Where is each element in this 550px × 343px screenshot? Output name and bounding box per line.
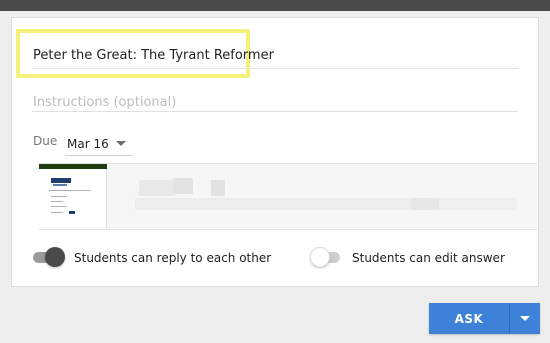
attachment-preview[interactable] <box>39 163 537 230</box>
blurred-title-block <box>139 180 175 196</box>
thumbnail-line <box>51 206 67 207</box>
thumbnail-logo-sub <box>53 184 67 186</box>
caret-down-icon <box>520 316 530 321</box>
thumbnail-line <box>49 190 91 191</box>
due-date-value: Mar 16 <box>67 136 109 151</box>
chevron-down-icon <box>116 141 126 146</box>
thumbnail-button <box>69 211 75 214</box>
ask-button-group: ASK <box>429 303 540 334</box>
toggle-thumb <box>310 247 330 267</box>
thumbnail-line <box>51 201 63 202</box>
thumbnail-line <box>51 196 67 197</box>
thumbnail-logo <box>51 178 71 183</box>
edit-answer-toggle-label: Students can edit answer <box>352 251 505 265</box>
instructions-underline <box>32 111 518 112</box>
reply-toggle[interactable] <box>33 247 65 267</box>
blurred-title-block <box>173 178 193 194</box>
reply-toggle-label: Students can reply to each other <box>74 251 272 265</box>
question-card: Peter the Great: The Tyrant Reformer Due… <box>11 17 539 287</box>
ask-button[interactable]: ASK <box>429 303 509 334</box>
ask-dropdown-button[interactable] <box>510 303 540 334</box>
toggle-thumb <box>45 247 65 267</box>
title-underline <box>32 68 518 69</box>
due-label: Due <box>33 134 58 148</box>
due-date-select[interactable]: Mar 16 <box>65 132 132 156</box>
blurred-url-block <box>135 198 411 210</box>
instructions-input[interactable] <box>33 92 519 112</box>
edit-answer-toggle[interactable] <box>310 247 342 267</box>
blurred-title-block <box>211 180 225 196</box>
top-bar <box>0 0 550 11</box>
blurred-url-block <box>439 198 517 210</box>
title-text[interactable]: Peter the Great: The Tyrant Reformer <box>33 48 274 63</box>
blurred-url-block <box>411 198 439 210</box>
thumbnail-line <box>51 212 63 213</box>
thumbnail-header-strip <box>39 164 107 169</box>
document-thumbnail-icon <box>39 164 107 229</box>
